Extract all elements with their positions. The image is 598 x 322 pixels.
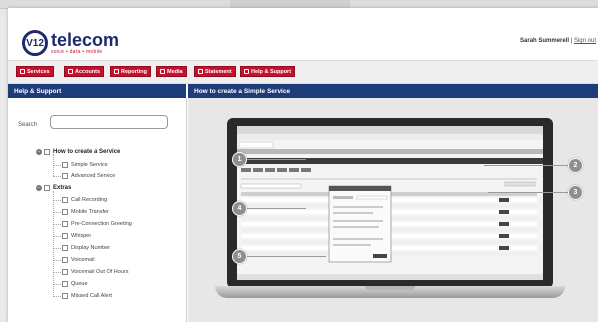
user-name: Sarah Summerell — [520, 38, 570, 44]
checkbox-icon[interactable] — [62, 293, 68, 299]
embedded-btn — [277, 168, 287, 172]
checkbox-icon[interactable] — [62, 221, 68, 227]
embedded-footer — [237, 274, 543, 280]
embedded-row — [241, 178, 537, 180]
checkbox-icon[interactable] — [62, 257, 68, 263]
embedded-action — [499, 246, 509, 250]
embedded-btn — [253, 168, 263, 172]
embedded-btn — [289, 168, 299, 172]
embedded-nav — [237, 149, 543, 154]
logo-badge: V12 — [22, 30, 48, 56]
main-nav: Services Accounts Reporting Media Statem… — [8, 60, 598, 84]
laptop-notch — [365, 286, 415, 290]
embedded-dialog-line — [333, 238, 383, 240]
tree-item-voicemail-out-of-hours[interactable]: Voicemail Out Of Hours — [62, 269, 128, 275]
tree-node-create-service[interactable]: How to create a Service — [44, 149, 120, 155]
tree-item-mobile-transfer[interactable]: Mobile Transfer — [62, 209, 109, 215]
header: V12 telecom voice • data • mobile Sarah … — [8, 8, 598, 60]
nav-reporting-button[interactable]: Reporting — [110, 66, 151, 77]
checkbox-icon[interactable] — [62, 162, 68, 168]
phone-icon — [20, 69, 25, 74]
checkbox-icon[interactable] — [62, 233, 68, 239]
embedded-title-bar — [237, 126, 543, 134]
checkbox-icon[interactable] — [44, 185, 50, 191]
app-window: V12 telecom voice • data • mobile Sarah … — [8, 8, 598, 322]
laptop-illustration — [215, 118, 565, 310]
embedded-action — [499, 210, 509, 214]
embedded-dialog-line — [333, 220, 383, 222]
user-separator: | — [570, 38, 573, 44]
sign-out-link[interactable]: Sign out — [574, 38, 596, 44]
media-icon — [160, 69, 165, 74]
checkbox-icon[interactable] — [44, 149, 50, 155]
tree-item-whisper[interactable]: Whisper — [62, 233, 91, 239]
embedded-dialog-field — [356, 195, 388, 200]
help-icon — [244, 69, 249, 74]
nav-help-support-button[interactable]: Help & Support — [240, 66, 296, 77]
reporting-icon — [114, 69, 119, 74]
checkbox-icon[interactable] — [62, 173, 68, 179]
embedded-input — [240, 183, 302, 189]
embedded-search — [504, 181, 536, 187]
main-panel: 1 2 3 4 5 — [188, 98, 598, 322]
tree-item-pre-connection-greeting[interactable]: Pre-Connection Greeting — [62, 221, 132, 227]
embedded-btn — [241, 168, 251, 172]
user-info: Sarah Summerell | Sign out — [520, 38, 596, 44]
logo-word: telecom — [51, 30, 120, 50]
nav-media-button[interactable]: Media — [156, 66, 187, 77]
checkbox-icon[interactable] — [62, 269, 68, 275]
embedded-dialog-line — [333, 226, 379, 228]
tree-item-display-number[interactable]: Display Number — [62, 245, 110, 251]
embedded-logo-area — [238, 141, 274, 149]
callout-5[interactable]: 5 — [232, 249, 247, 264]
embedded-action — [499, 234, 509, 238]
minus-icon[interactable]: − — [36, 185, 42, 191]
tree-item-advanced-service[interactable]: Advanced Service — [62, 173, 115, 179]
tree-item-voicemail[interactable]: Voicemail — [62, 257, 95, 263]
embedded-btn — [301, 168, 311, 172]
help-tree: − How to create a Service Simple Service… — [8, 98, 186, 322]
nav-statement-button[interactable]: Statement — [194, 66, 236, 77]
callout-1[interactable]: 1 — [232, 152, 247, 167]
callout-4[interactable]: 4 — [232, 201, 247, 216]
embedded-dialog-title — [329, 186, 391, 191]
v12-logo[interactable]: V12 telecom voice • data • mobile — [22, 30, 119, 56]
embedded-action — [499, 198, 509, 202]
embedded-dialog-button — [373, 254, 387, 258]
embedded-dialog-line — [333, 212, 373, 214]
checkbox-icon[interactable] — [62, 209, 68, 215]
callout-2[interactable]: 2 — [568, 158, 583, 173]
checkbox-icon[interactable] — [62, 281, 68, 287]
statement-icon — [198, 69, 203, 74]
tree-item-simple-service[interactable]: Simple Service — [62, 162, 108, 168]
minus-icon[interactable]: − — [36, 149, 42, 155]
embedded-btn — [265, 168, 275, 172]
tree-item-missed-call-alert[interactable]: Missed Call Alert — [62, 293, 112, 299]
help-sidebar: Search − How to create a Service Simple … — [8, 98, 187, 322]
nav-accounts-button[interactable]: Accounts — [64, 66, 105, 77]
embedded-dialog-line — [333, 206, 383, 208]
embedded-action — [499, 222, 509, 226]
checkbox-icon[interactable] — [62, 197, 68, 203]
callout-3[interactable]: 3 — [568, 185, 583, 200]
checkbox-icon[interactable] — [62, 245, 68, 251]
browser-tab[interactable] — [230, 0, 350, 8]
page-title: How to create a Simple Service — [188, 84, 598, 98]
embedded-dialog-line — [333, 244, 371, 246]
sidebar-title: Help & Support — [8, 84, 186, 98]
nav-services-button[interactable]: Services — [16, 66, 54, 77]
laptop-screen-bezel — [227, 118, 553, 288]
embedded-address-bar — [237, 134, 543, 140]
tree-item-call-recording[interactable]: Call Recording — [62, 197, 107, 203]
embedded-dialog-line — [333, 196, 353, 199]
accounts-icon — [68, 69, 73, 74]
logo-tagline: voice • data • mobile — [51, 49, 103, 55]
tree-node-extras[interactable]: Extras — [44, 185, 71, 191]
tree-item-queue[interactable]: Queue — [62, 281, 88, 287]
